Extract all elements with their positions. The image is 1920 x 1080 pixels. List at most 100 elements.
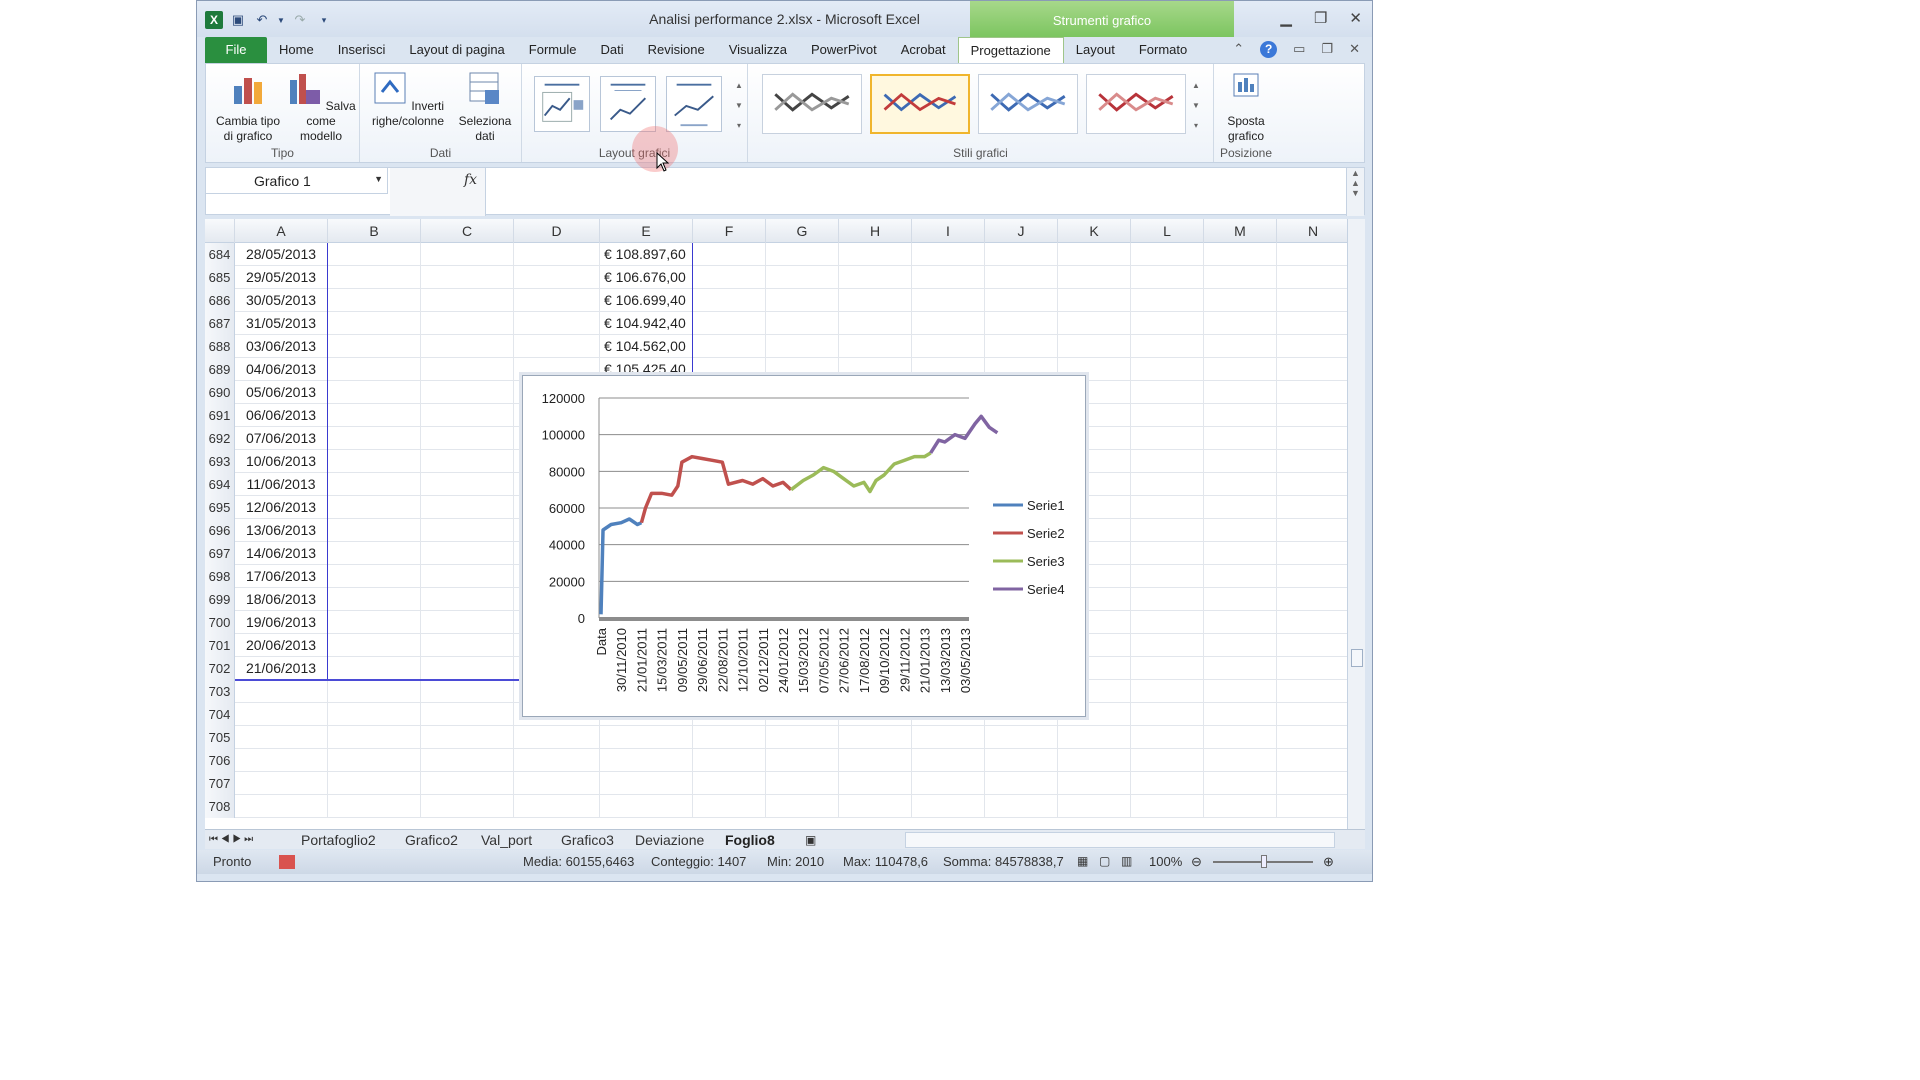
- cell[interactable]: [328, 289, 421, 312]
- row-header[interactable]: 698: [205, 565, 235, 588]
- column-header-l[interactable]: L: [1131, 219, 1204, 243]
- row-header[interactable]: 687: [205, 312, 235, 335]
- cell[interactable]: [1204, 289, 1277, 312]
- cell[interactable]: [985, 726, 1058, 749]
- cell[interactable]: [1204, 381, 1277, 404]
- cell[interactable]: [1204, 243, 1277, 266]
- cell[interactable]: [328, 795, 421, 818]
- row-header[interactable]: 690: [205, 381, 235, 404]
- help-icon[interactable]: ?: [1260, 41, 1278, 58]
- cell[interactable]: [1277, 450, 1347, 473]
- row-header[interactable]: 706: [205, 749, 235, 772]
- cell[interactable]: [766, 289, 839, 312]
- tab-layout[interactable]: Layout: [1064, 37, 1127, 63]
- cell-date[interactable]: 18/06/2013: [235, 588, 328, 611]
- row-header[interactable]: 703: [205, 680, 235, 703]
- cell[interactable]: [328, 266, 421, 289]
- cell[interactable]: [985, 772, 1058, 795]
- cell-value[interactable]: € 106.676,00: [600, 266, 693, 289]
- workbook-minimize-icon[interactable]: ▭: [1293, 41, 1305, 58]
- row-header[interactable]: 686: [205, 289, 235, 312]
- minimize-icon[interactable]: ▁: [1280, 9, 1292, 27]
- tab-formule[interactable]: Formule: [517, 37, 589, 63]
- cell[interactable]: [1131, 749, 1204, 772]
- cell[interactable]: [1058, 335, 1131, 358]
- column-header-g[interactable]: G: [766, 219, 839, 243]
- cell[interactable]: [421, 335, 514, 358]
- cell[interactable]: [985, 795, 1058, 818]
- cell[interactable]: [1204, 795, 1277, 818]
- cell-date[interactable]: 05/06/2013: [235, 381, 328, 404]
- change-chart-type-button[interactable]: Cambia tipo di grafico: [210, 70, 286, 144]
- cell[interactable]: [1204, 749, 1277, 772]
- cell[interactable]: [1131, 680, 1204, 703]
- workbook-close-icon[interactable]: ✕: [1349, 41, 1360, 58]
- cell-date[interactable]: 17/06/2013: [235, 565, 328, 588]
- tab-powerpivot[interactable]: PowerPivot: [799, 37, 889, 63]
- cell[interactable]: [1277, 703, 1347, 726]
- cell-date[interactable]: 31/05/2013: [235, 312, 328, 335]
- cell[interactable]: [1204, 680, 1277, 703]
- cell[interactable]: [328, 427, 421, 450]
- cell[interactable]: [514, 335, 600, 358]
- cell[interactable]: [1131, 381, 1204, 404]
- row-header[interactable]: 697: [205, 542, 235, 565]
- zoom-in-icon[interactable]: ⊕: [1323, 854, 1334, 870]
- row-header[interactable]: 692: [205, 427, 235, 450]
- cell[interactable]: [328, 565, 421, 588]
- cell[interactable]: [421, 519, 514, 542]
- cell[interactable]: [1204, 404, 1277, 427]
- cell[interactable]: [328, 496, 421, 519]
- cell[interactable]: [1204, 565, 1277, 588]
- zoom-out-icon[interactable]: ⊖: [1191, 854, 1202, 870]
- chart-style-3[interactable]: [978, 74, 1078, 134]
- cell[interactable]: [1058, 726, 1131, 749]
- cell[interactable]: [328, 542, 421, 565]
- cell[interactable]: [514, 289, 600, 312]
- maximize-icon[interactable]: ❐: [1314, 9, 1327, 27]
- cell[interactable]: [1131, 772, 1204, 795]
- cell[interactable]: [1131, 266, 1204, 289]
- cell[interactable]: [1204, 519, 1277, 542]
- cell[interactable]: [1058, 312, 1131, 335]
- cell[interactable]: [421, 588, 514, 611]
- sheet-tab-grafico2[interactable]: Grafico2: [405, 830, 458, 850]
- column-header-h[interactable]: H: [839, 219, 912, 243]
- row-header[interactable]: 701: [205, 634, 235, 657]
- cell[interactable]: [1277, 496, 1347, 519]
- cell[interactable]: [1277, 726, 1347, 749]
- cell[interactable]: [912, 335, 985, 358]
- styles-more-icon[interactable]: ▾: [1190, 116, 1202, 136]
- cell-date[interactable]: [235, 795, 328, 818]
- cell[interactable]: [421, 266, 514, 289]
- cell-value[interactable]: [600, 726, 693, 749]
- cell[interactable]: [912, 266, 985, 289]
- cell[interactable]: [1277, 565, 1347, 588]
- cell[interactable]: [839, 749, 912, 772]
- cell[interactable]: [1058, 289, 1131, 312]
- cell[interactable]: [1058, 795, 1131, 818]
- row-header[interactable]: 684: [205, 243, 235, 266]
- cell[interactable]: [693, 726, 766, 749]
- cell[interactable]: [1277, 680, 1347, 703]
- row-header[interactable]: 707: [205, 772, 235, 795]
- cell[interactable]: [1131, 795, 1204, 818]
- cell[interactable]: [1277, 266, 1347, 289]
- cell[interactable]: [328, 381, 421, 404]
- cell[interactable]: [1277, 381, 1347, 404]
- cell[interactable]: [1204, 312, 1277, 335]
- row-header[interactable]: 705: [205, 726, 235, 749]
- insert-function-icon[interactable]: fx: [464, 172, 477, 188]
- cell[interactable]: [693, 312, 766, 335]
- zoom-level[interactable]: 100%: [1149, 854, 1182, 869]
- collapse-ribbon-icon[interactable]: ⌃: [1233, 41, 1244, 58]
- select-all-corner[interactable]: [205, 219, 235, 243]
- cell[interactable]: [328, 749, 421, 772]
- cell[interactable]: [693, 772, 766, 795]
- tab-home[interactable]: Home: [267, 37, 326, 63]
- cell-date[interactable]: 10/06/2013: [235, 450, 328, 473]
- cell-date[interactable]: 19/06/2013: [235, 611, 328, 634]
- cell[interactable]: [328, 634, 421, 657]
- cell[interactable]: [1204, 726, 1277, 749]
- cell[interactable]: [1058, 772, 1131, 795]
